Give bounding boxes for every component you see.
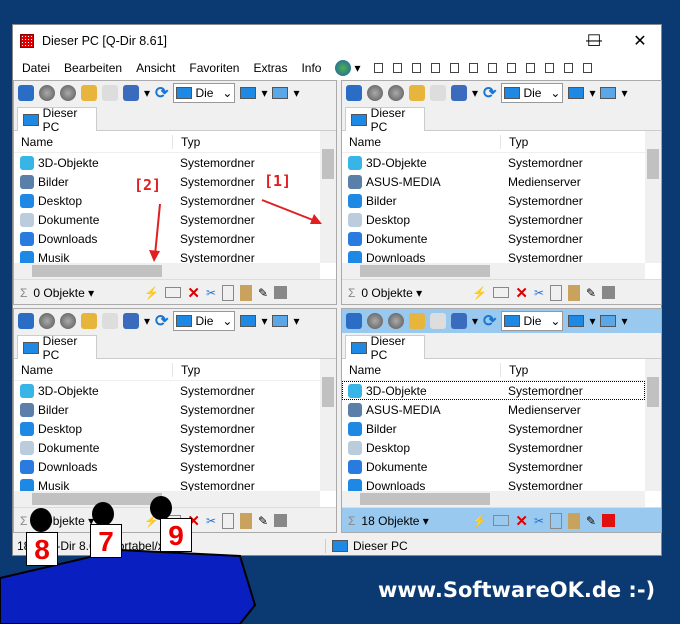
- figure-head: [92, 502, 114, 526]
- arrow-1: [261, 199, 319, 223]
- arrow-2: [154, 203, 161, 256]
- score-card: 9: [160, 518, 192, 552]
- figure-head: [150, 496, 172, 520]
- arrow-2-head: [149, 250, 160, 262]
- brand-watermark: www.SoftwareOK.de :-): [378, 578, 656, 602]
- figure-head: [30, 508, 52, 532]
- score-card: 7: [90, 524, 122, 558]
- score-card: 8: [26, 532, 58, 566]
